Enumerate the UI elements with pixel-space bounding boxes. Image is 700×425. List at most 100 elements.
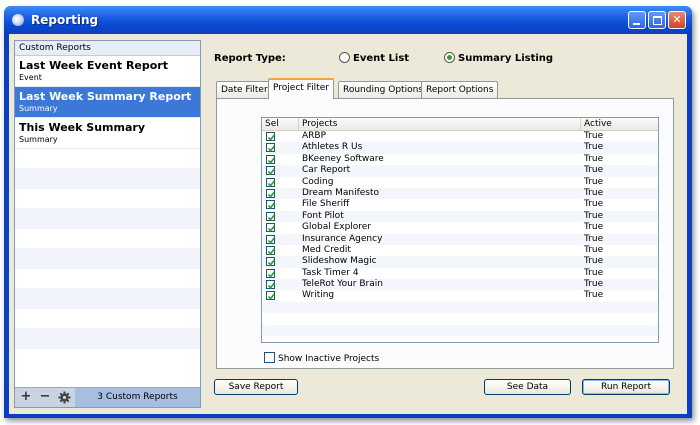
- maximize-icon: [653, 16, 662, 25]
- run-report-button[interactable]: Run Report: [582, 379, 670, 395]
- row-select-checkbox[interactable]: [266, 245, 276, 255]
- project-active: True: [584, 131, 604, 141]
- row-select-checkbox[interactable]: [266, 211, 276, 221]
- project-name: Font Pilot: [302, 210, 344, 221]
- window-title: Reporting: [31, 13, 99, 27]
- row-select-checkbox[interactable]: [266, 291, 276, 301]
- project-name: BKeeney Software: [302, 153, 384, 164]
- minus-icon: −: [39, 389, 51, 404]
- table-row[interactable]: TeleRot Your Brain True: [262, 279, 658, 291]
- row-select-checkbox[interactable]: [266, 166, 276, 176]
- save-report-button[interactable]: Save Report: [214, 379, 298, 395]
- row-select-checkbox[interactable]: [266, 257, 276, 267]
- settings-button[interactable]: [56, 390, 72, 405]
- custom-reports-list: Custom Reports Last Week Event Report Eve…: [14, 40, 201, 408]
- app-icon: [12, 14, 24, 26]
- empty-table-row: [262, 324, 658, 337]
- table-row[interactable]: BKeeney Software True: [262, 154, 658, 165]
- project-name: TeleRot Your Brain: [302, 279, 383, 290]
- add-report-button[interactable]: +: [18, 390, 34, 405]
- tab-project-filter[interactable]: Project Filter: [268, 78, 334, 99]
- empty-list-row: [15, 309, 200, 329]
- gear-icon: [58, 391, 70, 404]
- close-button[interactable]: ✕: [668, 11, 686, 29]
- row-select-checkbox[interactable]: [266, 234, 276, 244]
- radio-circle: [339, 52, 350, 63]
- empty-list-row: [15, 269, 200, 289]
- row-select-checkbox[interactable]: [266, 280, 276, 290]
- report-type: Summary: [19, 135, 58, 144]
- project-active: True: [584, 187, 604, 198]
- window-client: Custom Reports Last Week Event Report Eve…: [9, 34, 687, 414]
- report-type: Event: [19, 73, 42, 82]
- row-select-checkbox[interactable]: [266, 132, 276, 142]
- table-row[interactable]: Task Timer 4 True: [262, 268, 658, 279]
- column-header-active[interactable]: Active: [581, 118, 658, 131]
- project-name: Task Timer 4: [302, 267, 359, 278]
- project-active: True: [584, 210, 604, 221]
- project-name: Med Credit: [302, 244, 351, 255]
- table-row[interactable]: Car Report True: [262, 165, 658, 177]
- project-active: True: [584, 290, 604, 301]
- table-row[interactable]: Coding True: [262, 177, 658, 188]
- maximize-button[interactable]: [648, 11, 666, 29]
- remove-report-button[interactable]: −: [37, 390, 53, 405]
- row-select-checkbox[interactable]: [266, 223, 276, 233]
- tab-date-filter[interactable]: Date Filter: [216, 81, 273, 98]
- report-name: Last Week Summary Report: [19, 90, 192, 103]
- show-inactive-checkbox[interactable]: Show Inactive Projects: [264, 352, 379, 364]
- projects-table[interactable]: Sel Projects Active ARBP True Athletes R U…: [261, 117, 659, 343]
- sidebar-item-report[interactable]: Last Week Event Report Event: [15, 56, 200, 87]
- summary-listing-radio[interactable]: Summary Listing: [444, 52, 553, 66]
- table-row[interactable]: Global Explorer True: [262, 222, 658, 233]
- column-header-sel[interactable]: Sel: [262, 118, 299, 131]
- minimize-button[interactable]: [628, 11, 646, 29]
- tab-rounding-options[interactable]: Rounding Options: [338, 81, 428, 98]
- close-icon: ✕: [672, 13, 682, 26]
- sidebar-item-report[interactable]: Last Week Summary Report Summary: [15, 87, 200, 118]
- project-active: True: [584, 279, 604, 290]
- sidebar-item-report[interactable]: This Week Summary Summary: [15, 118, 200, 149]
- event-list-radio[interactable]: Event List: [339, 52, 409, 66]
- empty-list-row: [15, 169, 200, 189]
- checkbox-box: [264, 352, 275, 363]
- table-row[interactable]: Med Credit True: [262, 245, 658, 256]
- radio-circle: [444, 52, 455, 63]
- minimize-icon: [633, 23, 640, 25]
- table-header: Sel Projects Active: [262, 118, 658, 131]
- table-row[interactable]: Font Pilot True: [262, 210, 658, 223]
- table-row[interactable]: Writing True: [262, 290, 658, 301]
- row-select-checkbox[interactable]: [266, 143, 276, 153]
- row-select-checkbox[interactable]: [266, 268, 276, 278]
- column-header-projects[interactable]: Projects: [299, 118, 581, 131]
- table-row[interactable]: Dream Manifesto True: [262, 187, 658, 200]
- table-row[interactable]: Athletes R Us True: [262, 142, 658, 154]
- project-filter-pane: Sel Projects Active ARBP True Athletes R U…: [216, 98, 674, 369]
- project-name: ARBP: [302, 131, 327, 141]
- project-name: Global Explorer: [302, 222, 372, 233]
- project-name: Dream Manifesto: [302, 187, 380, 198]
- report-count-label: 3 Custom Reports: [75, 388, 200, 407]
- tab-report-options[interactable]: Report Options: [421, 81, 499, 98]
- table-row[interactable]: File Sheriff True: [262, 199, 658, 210]
- table-row[interactable]: Insurance Agency True: [262, 233, 658, 245]
- radio-label: Event List: [353, 53, 410, 64]
- row-select-checkbox[interactable]: [266, 177, 276, 187]
- table-row[interactable]: Slideshow Magic True: [262, 256, 658, 268]
- report-name: Last Week Event Report: [19, 59, 168, 72]
- project-name: Car Report: [302, 165, 351, 176]
- project-active: True: [584, 233, 604, 244]
- project-active: True: [584, 142, 604, 153]
- table-row[interactable]: ARBP True: [262, 131, 658, 142]
- row-select-checkbox[interactable]: [266, 154, 276, 164]
- row-select-checkbox[interactable]: [266, 188, 276, 199]
- project-active: True: [584, 256, 604, 267]
- project-name: Insurance Agency: [302, 233, 383, 244]
- empty-list-row: [15, 149, 200, 169]
- row-select-checkbox[interactable]: [266, 200, 276, 210]
- title-bar[interactable]: Reporting ✕: [4, 6, 692, 34]
- see-data-button[interactable]: See Data: [484, 379, 571, 395]
- project-name: Writing: [302, 290, 335, 301]
- empty-table-row: [262, 336, 658, 342]
- sidebar-footer: + − 3 Custom Reports: [15, 387, 200, 407]
